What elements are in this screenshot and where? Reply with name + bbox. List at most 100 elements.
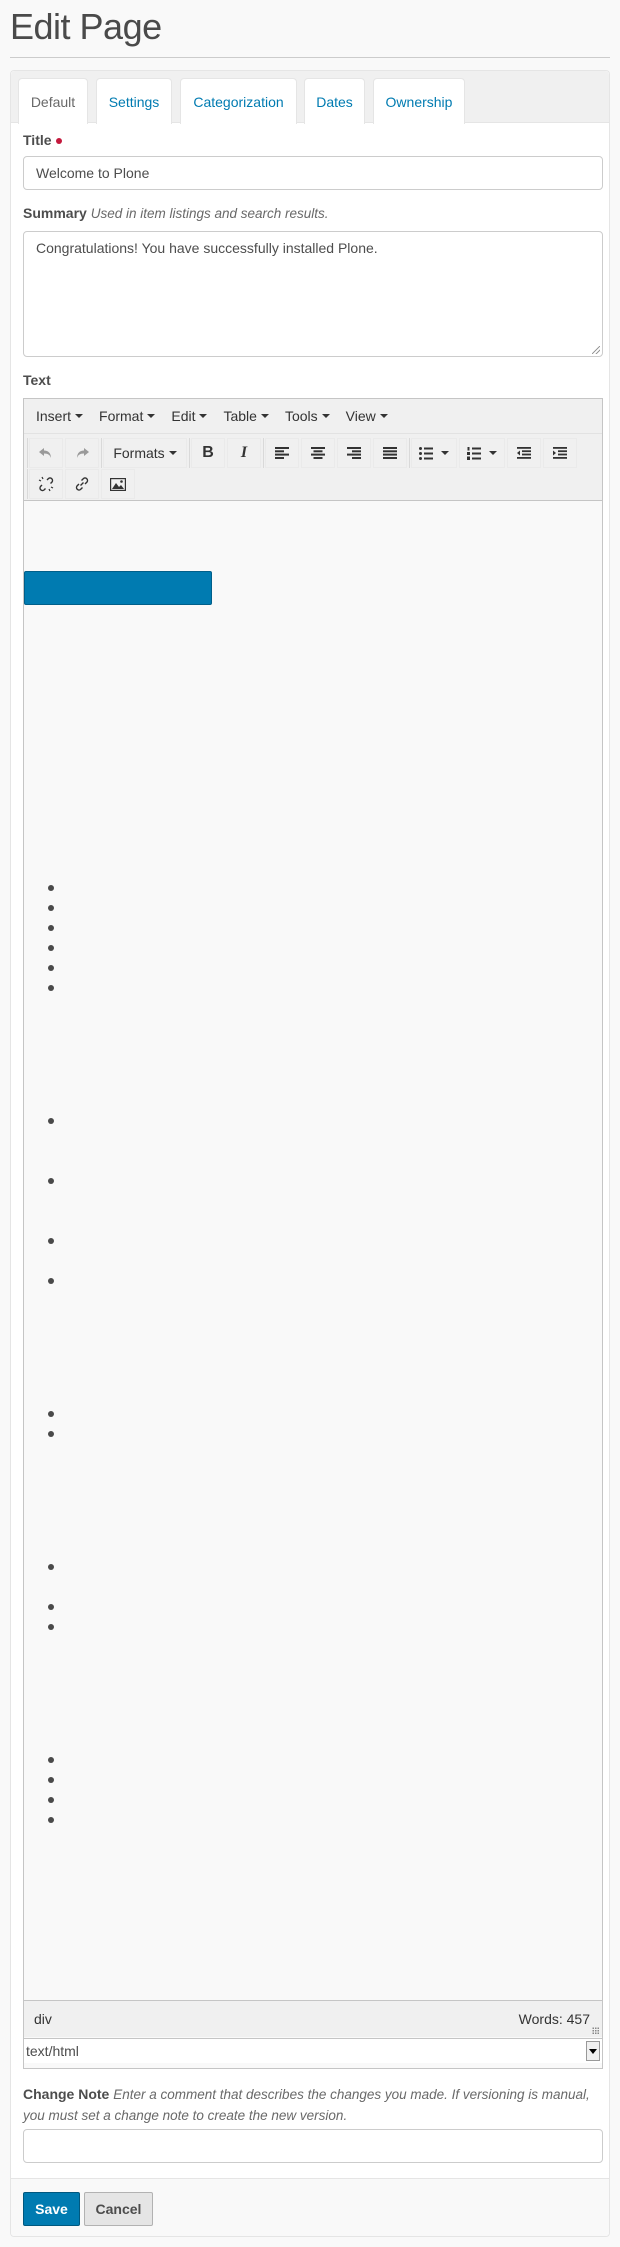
- link-icon: [75, 477, 89, 491]
- list-bullet: [48, 965, 54, 971]
- toolbar-separator: [27, 438, 28, 468]
- toolbar-separator: [101, 438, 102, 468]
- formats-label: Formats: [113, 445, 165, 461]
- align-center-button[interactable]: [301, 438, 335, 468]
- editor-toolbar: Formats B I: [24, 434, 602, 501]
- caret-down-icon: [489, 451, 497, 455]
- list-bullet: [48, 1178, 54, 1184]
- caret-down-icon: [168, 451, 177, 455]
- menu-view-label: View: [345, 408, 376, 424]
- bold-icon: B: [202, 444, 214, 461]
- undo-icon: [39, 448, 51, 458]
- save-button[interactable]: Save: [23, 2192, 80, 2226]
- list-bullet: [48, 1411, 54, 1417]
- list-bullet: [48, 945, 54, 951]
- title-label: Title: [23, 132, 62, 148]
- menu-table-label: Table: [223, 408, 257, 424]
- list-bullet: [48, 885, 54, 891]
- list-bullet: [48, 1278, 54, 1284]
- title-label-text: Title: [23, 132, 52, 148]
- summary-textarea[interactable]: Congratulations! You have successfully i…: [23, 231, 603, 357]
- summary-value: Congratulations! You have successfully i…: [36, 240, 378, 256]
- mime-type-select[interactable]: text/html: [24, 2038, 602, 2063]
- list-bullet: [48, 1118, 54, 1124]
- required-indicator-icon: [55, 138, 62, 145]
- toolbar-separator: [409, 438, 410, 468]
- caret-down-icon: [199, 414, 208, 418]
- menu-insert[interactable]: Insert: [28, 408, 91, 424]
- menu-tools[interactable]: Tools: [277, 408, 338, 424]
- text-label: Text: [23, 372, 51, 388]
- undo-button[interactable]: [29, 438, 63, 468]
- title-input[interactable]: [23, 156, 603, 190]
- indent-button[interactable]: [543, 438, 577, 468]
- menu-format-label: Format: [99, 408, 144, 424]
- cancel-button[interactable]: Cancel: [84, 2192, 153, 2226]
- image-icon: [110, 477, 126, 491]
- dropdown-arrow-icon[interactable]: [586, 2041, 600, 2061]
- bullet-list-button[interactable]: [411, 438, 457, 468]
- list-bullet: [48, 1757, 54, 1763]
- tab-default[interactable]: Default: [18, 78, 88, 124]
- menu-edit[interactable]: Edit: [163, 408, 215, 424]
- editor-resize-handle-icon[interactable]: [592, 2027, 600, 2035]
- unlink-button[interactable]: [29, 469, 63, 499]
- italic-icon: I: [240, 444, 248, 461]
- redo-button[interactable]: [65, 438, 99, 468]
- italic-button[interactable]: I: [227, 438, 261, 468]
- list-bullet: [48, 1797, 54, 1803]
- numbered-list-button[interactable]: [459, 438, 505, 468]
- list-bullet: [48, 1777, 54, 1783]
- mime-type-value: text/html: [26, 2043, 79, 2059]
- caret-down-icon: [379, 414, 388, 418]
- summary-help-text: Used in item listings and search results…: [90, 206, 329, 221]
- link-button[interactable]: [65, 469, 99, 499]
- toolbar-separator: [189, 438, 190, 468]
- caret-down-icon: [321, 414, 330, 418]
- outdent-button[interactable]: [507, 438, 541, 468]
- caret-down-icon: [147, 414, 156, 418]
- list-bullet: [48, 1817, 54, 1823]
- menu-table[interactable]: Table: [215, 408, 276, 424]
- tab-bar: Default Settings Categorization Dates Ow…: [11, 71, 609, 124]
- resize-handle-icon[interactable]: [592, 346, 600, 354]
- word-count: Words: 457: [518, 2011, 590, 2027]
- align-justify-icon: [383, 447, 397, 459]
- align-right-icon: [347, 447, 361, 459]
- title-divider: [10, 57, 610, 58]
- indent-icon: [553, 447, 567, 459]
- caret-down-icon: [75, 414, 84, 418]
- align-left-button[interactable]: [265, 438, 299, 468]
- list-bullet: [48, 985, 54, 991]
- outdent-icon: [517, 447, 531, 459]
- tab-dates[interactable]: Dates: [304, 78, 365, 124]
- form-actions: Save Cancel: [11, 2178, 609, 2236]
- align-center-icon: [311, 447, 325, 459]
- tab-categorization[interactable]: Categorization: [180, 78, 297, 124]
- unlink-icon: [38, 476, 54, 492]
- change-note-label-text: Change Note: [23, 2086, 110, 2102]
- caret-down-icon: [441, 451, 449, 455]
- image-button[interactable]: [101, 469, 135, 499]
- element-path[interactable]: div: [34, 2011, 52, 2027]
- page-title: Edit Page: [10, 6, 162, 47]
- content-blue-block: [24, 571, 212, 605]
- change-note-input[interactable]: [23, 2129, 603, 2163]
- list-bullet: [48, 1238, 54, 1244]
- menu-view[interactable]: View: [338, 408, 396, 424]
- tab-ownership[interactable]: Ownership: [373, 78, 465, 124]
- align-right-button[interactable]: [337, 438, 371, 468]
- menu-format[interactable]: Format: [91, 408, 163, 424]
- caret-down-icon: [260, 414, 269, 418]
- change-note-label: Change Note Enter a comment that describ…: [23, 2084, 593, 2126]
- list-bullet: [48, 925, 54, 931]
- bold-button[interactable]: B: [191, 438, 225, 468]
- editor-content-area[interactable]: [24, 501, 602, 1999]
- editor-menubar: Insert Format Edit Table Tools View: [24, 399, 602, 434]
- redo-icon: [77, 448, 89, 458]
- formats-dropdown[interactable]: Formats: [103, 438, 187, 468]
- align-justify-button[interactable]: [373, 438, 407, 468]
- tab-settings[interactable]: Settings: [96, 78, 172, 124]
- list-bullet: [48, 1431, 54, 1437]
- list-bullet: [48, 1624, 54, 1630]
